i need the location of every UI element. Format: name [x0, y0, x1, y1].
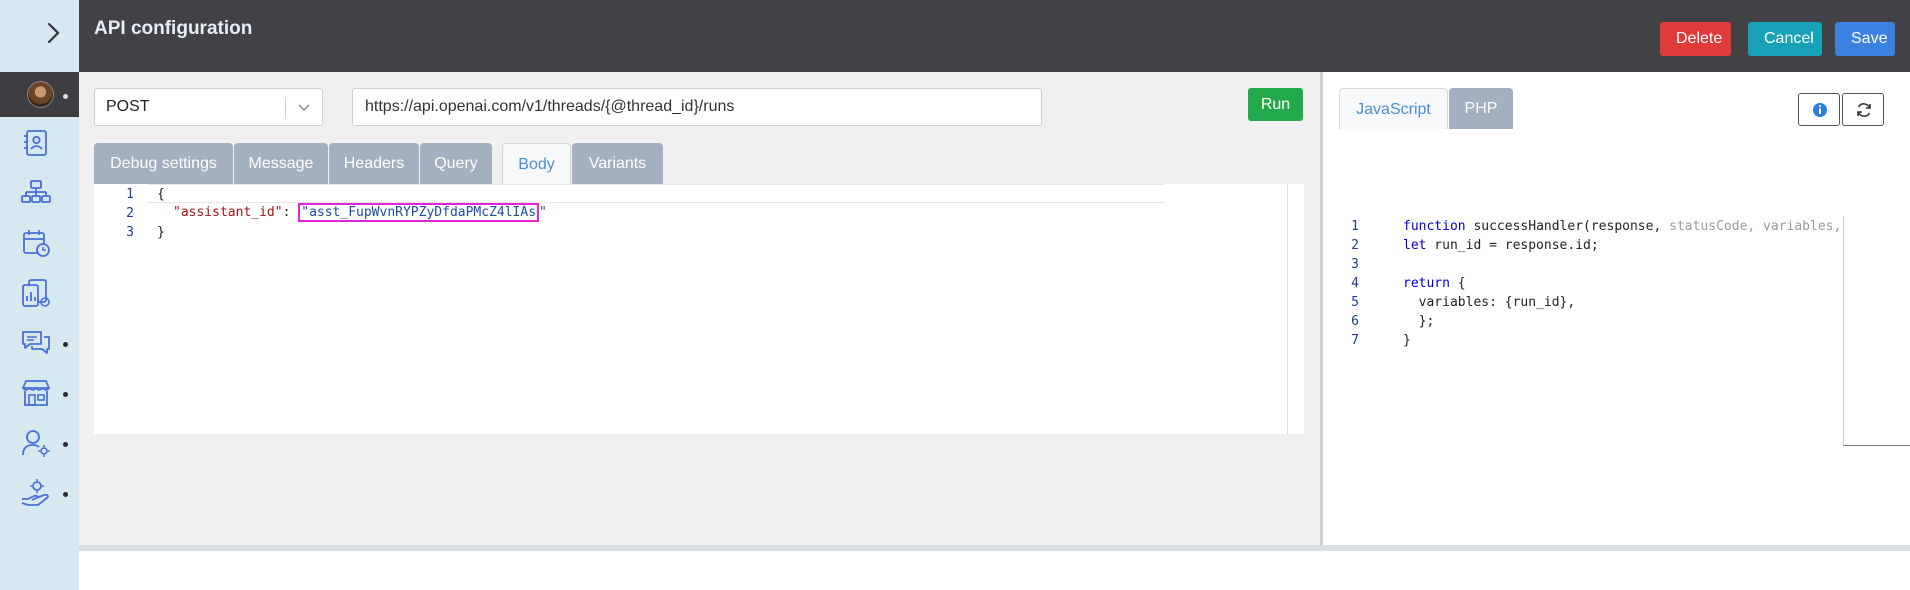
code-text: successHandler(response, — [1465, 219, 1670, 234]
line-number: 3 — [126, 225, 134, 240]
line-number: 2 — [1351, 238, 1359, 253]
tab-variants[interactable]: Variants — [572, 143, 663, 184]
url-input[interactable] — [352, 88, 1042, 126]
user-settings-icon[interactable] — [20, 427, 52, 459]
json-key: "assistant_id" — [173, 205, 283, 220]
line-number: 7 — [1351, 333, 1359, 348]
info-icon — [1813, 103, 1827, 117]
chevron-down-icon[interactable] — [297, 100, 311, 114]
info-button[interactable] — [1798, 93, 1840, 126]
code-line: variables: {run_id}, — [1403, 295, 1576, 310]
highlighted-json-value[interactable]: "asst_FupWvnRYPZyDfdaPMcZ4lIAs — [298, 203, 540, 222]
tab-query[interactable]: Query — [420, 143, 492, 184]
page-title: API configuration — [94, 18, 253, 39]
status-dot — [63, 94, 68, 99]
line-number: 5 — [1351, 295, 1359, 310]
body-code-editor[interactable]: 1 2 3 { "assistant_id": "asst_FupWvnRYPZ… — [94, 184, 1304, 434]
handler-code-editor[interactable]: 1 2 3 4 5 6 7 function successHandler(re… — [1339, 144, 1910, 464]
method-select[interactable]: POST — [94, 88, 323, 126]
code-text-faded: statusCode, variables, — [1669, 219, 1842, 234]
cancel-button[interactable]: Cancel — [1748, 22, 1822, 56]
tab-message[interactable]: Message — [234, 143, 328, 184]
reports-icon[interactable] — [20, 277, 52, 309]
handler-panel: JavaScript PHP 1 2 3 4 5 6 7 function su… — [1323, 72, 1910, 545]
tab-javascript[interactable]: JavaScript — [1339, 88, 1448, 129]
assistant-id-value: asst_FupWvnRYPZyDfdaPMcZ4lIAs — [309, 205, 537, 220]
top-header: API configuration Delete Cancel Save — [79, 0, 1910, 72]
save-button[interactable]: Save — [1835, 22, 1895, 56]
hand-gear-badge-dot — [63, 492, 68, 497]
store-icon[interactable] — [20, 377, 52, 409]
code-line: }; — [1403, 314, 1435, 329]
line-number: 2 — [126, 206, 134, 221]
line-number: 3 — [1351, 257, 1359, 272]
code-line: function successHandler(response, status… — [1403, 219, 1841, 234]
json-colon: : — [282, 205, 299, 220]
editor-minimap[interactable] — [1843, 216, 1910, 446]
avatar[interactable] — [27, 81, 54, 108]
hand-gear-icon[interactable] — [20, 477, 52, 509]
current-line-border — [148, 184, 1164, 185]
chat-icon[interactable] — [20, 327, 52, 359]
tab-headers[interactable]: Headers — [329, 143, 419, 184]
chat-badge-dot — [63, 342, 68, 347]
json-quote: " — [539, 205, 547, 220]
refresh-icon — [1857, 103, 1871, 117]
tab-php[interactable]: PHP — [1449, 88, 1513, 129]
bottom-area — [79, 551, 1910, 590]
line-number: 6 — [1351, 314, 1359, 329]
method-value: POST — [106, 98, 150, 115]
line-number: 4 — [1351, 276, 1359, 291]
contacts-book-icon[interactable] — [20, 127, 52, 159]
refresh-button[interactable] — [1842, 93, 1884, 126]
code-text: run_id = response.id; — [1426, 238, 1599, 253]
run-button[interactable]: Run — [1248, 88, 1303, 121]
line-number: 1 — [126, 187, 134, 202]
code-line: let run_id = response.id; — [1403, 238, 1599, 253]
calendar-clock-icon[interactable] — [20, 227, 52, 259]
store-badge-dot — [63, 392, 68, 397]
code-line: } — [157, 225, 165, 240]
delete-button[interactable]: Delete — [1660, 22, 1731, 56]
sidebar — [0, 0, 79, 590]
code-line: } — [1403, 333, 1411, 348]
code-line: { — [157, 187, 165, 202]
expand-sidebar-chevron-icon[interactable] — [40, 20, 66, 46]
select-separator — [285, 97, 286, 119]
line-number: 1 — [1351, 219, 1359, 234]
editor-scrollbar[interactable] — [1287, 184, 1288, 434]
request-panel: POST Run Debug settings Message Headers … — [79, 72, 1320, 545]
org-chart-icon[interactable] — [20, 177, 52, 209]
user-menu[interactable] — [0, 72, 79, 117]
keyword: function — [1403, 219, 1466, 234]
json-quote: " — [301, 205, 310, 220]
code-line: "assistant_id": "asst_FupWvnRYPZyDfdaPMc… — [173, 203, 547, 222]
tab-debug-settings[interactable]: Debug settings — [94, 143, 233, 184]
code-line: return { — [1403, 276, 1466, 291]
tab-body[interactable]: Body — [502, 143, 571, 184]
keyword: return — [1403, 276, 1450, 291]
user-settings-badge-dot — [63, 442, 68, 447]
keyword: let — [1403, 238, 1427, 253]
code-text: { — [1449, 276, 1466, 291]
